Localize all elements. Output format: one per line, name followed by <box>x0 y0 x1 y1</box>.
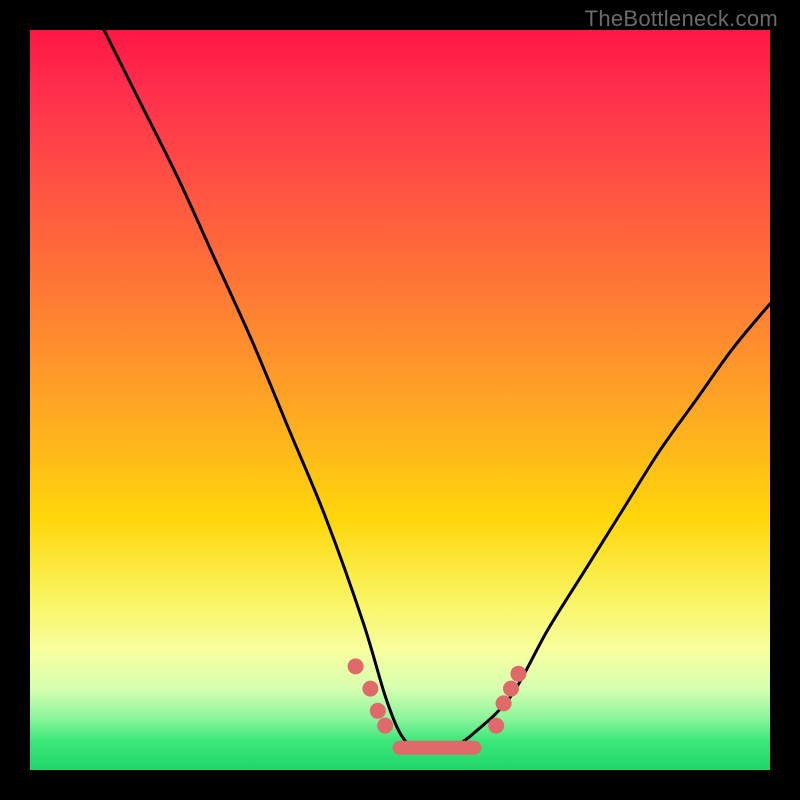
highlight-dot <box>503 681 519 697</box>
plot-area <box>30 30 770 770</box>
chart-frame: TheBottleneck.com <box>0 0 800 800</box>
watermark-text: TheBottleneck.com <box>585 6 778 32</box>
optimal-range-bar <box>393 741 482 755</box>
highlight-dot <box>348 658 364 674</box>
highlight-dot <box>362 681 378 697</box>
curve-svg <box>30 30 770 770</box>
highlight-dot <box>510 666 526 682</box>
highlight-dot <box>488 718 504 734</box>
highlight-dot <box>377 718 393 734</box>
highlight-dot <box>370 703 386 719</box>
highlight-dots <box>348 658 527 733</box>
highlight-dot <box>496 695 512 711</box>
bottleneck-curve <box>104 30 770 749</box>
